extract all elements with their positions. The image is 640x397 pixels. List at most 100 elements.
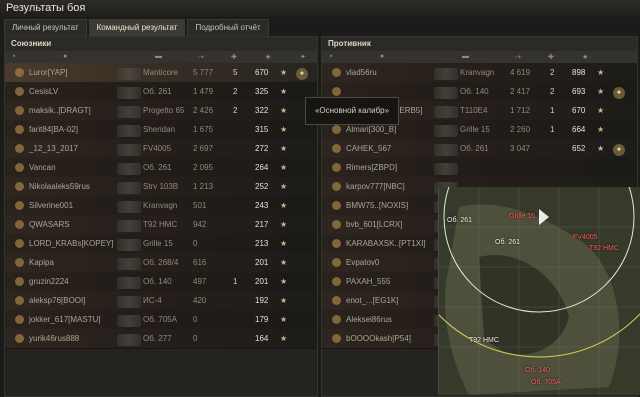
minimap[interactable]: Об. 261 Об. 261 FV4005 T92 HMC T92 HMC О… [438,187,640,395]
platoon-icon [332,334,341,343]
platoon-icon [332,220,341,229]
player-name: Rimers[ZBPD] [346,163,398,172]
tank-image [117,106,141,118]
xp-star-icon: ★ [280,220,288,229]
platoon-icon [332,87,341,96]
tank-image [434,106,458,118]
table-row[interactable]: LORD_KRABs[KOPEY] Grille 15 0 213 ★ [5,234,317,254]
xp-value: 272 [255,144,269,153]
player-name: aleksp76[BOOI] [29,296,86,305]
allies-title: Союзники [5,37,317,51]
tank-image [117,334,141,346]
tank-image [117,144,141,156]
player-name: bvb_601[LCRX] [346,220,403,229]
table-row[interactable]: CesisLV Об. 261 1 479 2 325 ★ [5,82,317,102]
platoon-icon [15,315,24,324]
damage-value: 2 095 [193,163,214,172]
xp-star-icon: ★ [280,106,288,115]
platoon-icon [332,68,341,77]
player-name: QWASARS [29,220,70,229]
map-marker-label: FV4005 [573,234,598,241]
damage-value: 2 426 [193,106,214,115]
medal-column-icon[interactable]: ✦ [300,53,306,61]
kills-value: 2 [550,68,555,77]
xp-value: 179 [255,315,269,324]
table-row[interactable]: maksik..[DRAGT] Progetto 65 2 426 2 322 ★ [5,101,317,121]
tank-image [117,296,141,308]
xp-star-icon: ★ [280,87,288,96]
damage-value: 1 675 [193,125,214,134]
tank-name: Об. 261 [460,144,489,153]
player-name: bOOOOkash[P54] [346,334,411,343]
player-name: _12_13_2017 [29,144,78,153]
xp-value: 192 [255,296,269,305]
damage-value: 616 [193,258,207,267]
table-row[interactable]: farit84[BA-02] Sheridan 1 675 315 ★ [5,120,317,140]
table-row[interactable]: CAHEK_567 Об. 261 3 047 652 ★ ✦ [322,139,637,159]
damage-value: 942 [193,220,207,229]
tank-name: FV4005 [143,144,172,153]
tank-name: Strv 103B [143,182,179,191]
table-row[interactable]: _12_13_2017 FV4005 2 697 272 ★ [5,139,317,159]
xp-column-icon[interactable]: ★ [265,53,271,61]
damage-value: 0 [193,239,198,248]
player-column-icon[interactable]: ● [380,53,384,60]
kills-column-icon[interactable]: ✚ [231,53,237,61]
platoon-icon [15,125,24,134]
tab-personal[interactable]: Личный результат [4,19,87,36]
xp-star-icon: ★ [597,106,605,115]
tank-image [117,201,141,213]
xp-column-icon[interactable]: ★ [582,53,588,61]
medal-icon[interactable]: ✦ [613,87,625,99]
tank-image [434,163,458,175]
kills-value: 1 [233,277,238,286]
table-row[interactable]: Nikolaaleks59rus Strv 103B 1 213 252 ★ [5,177,317,197]
tank-image [117,125,141,137]
tab-detailed[interactable]: Подробный отчёт [187,19,269,36]
table-row[interactable]: yurik46rus888 Об. 277 0 164 ★ [5,329,317,349]
tank-name: Sheridan [143,125,176,134]
player-name: BMW75..[NOXIS] [346,201,409,210]
damage-column-icon[interactable]: ⇢ [515,53,521,61]
table-row[interactable]: gruzin2224 Об. 140 497 1 201 ★ [5,272,317,292]
tank-image [117,87,141,99]
player-column-icon[interactable]: ● [63,53,67,60]
tab-team[interactable]: Командный результат [88,19,186,36]
xp-value: 213 [255,239,269,248]
table-row[interactable]: Kapipa Об. 268/4 616 201 ★ [5,253,317,273]
tab-strip: Личный результат Командный результат Под… [4,19,269,36]
tank-image [434,87,458,99]
platoon-icon [332,182,341,191]
medal-icon[interactable]: ✦ [296,68,308,80]
tank-image [117,258,141,270]
table-row[interactable]: Silverine001 Kranvagn 501 243 ★ [5,196,317,216]
platoon-column-icon[interactable]: ▪ [330,53,332,60]
tank-image [117,182,141,194]
damage-value: 2 260 [510,125,531,134]
damage-value: 0 [193,334,198,343]
medal-icon[interactable]: ✦ [613,144,625,156]
table-row[interactable]: Rimers[ZBPD] [322,158,637,178]
tank-column-icon[interactable]: ▬ [462,53,469,60]
platoon-column-icon[interactable]: ▪ [13,53,15,60]
damage-column-icon[interactable]: ⇢ [198,53,204,61]
table-row[interactable]: Vancan Об. 261 2 095 264 ★ [5,158,317,178]
kills-value: 5 [233,68,238,77]
platoon-icon [332,201,341,210]
tank-name: Grille 15 [460,125,490,134]
damage-value: 5 777 [193,68,214,77]
player-name: CesisLV [29,87,59,96]
table-row[interactable]: aleksp76[BOOI] ИС-4 420 192 ★ [5,291,317,311]
table-row[interactable]: jokker_617[MASTU] Об. 705A 0 179 ★ [5,310,317,330]
xp-value: 252 [255,182,269,191]
kills-value: 1 [550,125,555,134]
table-row[interactable]: vlad56ru Kranvagn 4 619 2 898 ★ [322,63,637,83]
xp-value: 652 [572,144,586,153]
xp-value: 670 [572,106,586,115]
player-name: Aleksei86rus [346,315,392,324]
table-row[interactable]: QWASARS T92 HMC 942 217 ★ [5,215,317,235]
tank-name: Grille 15 [143,239,173,248]
kills-column-icon[interactable]: ✚ [548,53,554,61]
table-row[interactable]: Luror[YAP] Manticore 5 777 5 670 ★ ✦ [5,63,317,83]
tank-column-icon[interactable]: ▬ [155,53,162,60]
